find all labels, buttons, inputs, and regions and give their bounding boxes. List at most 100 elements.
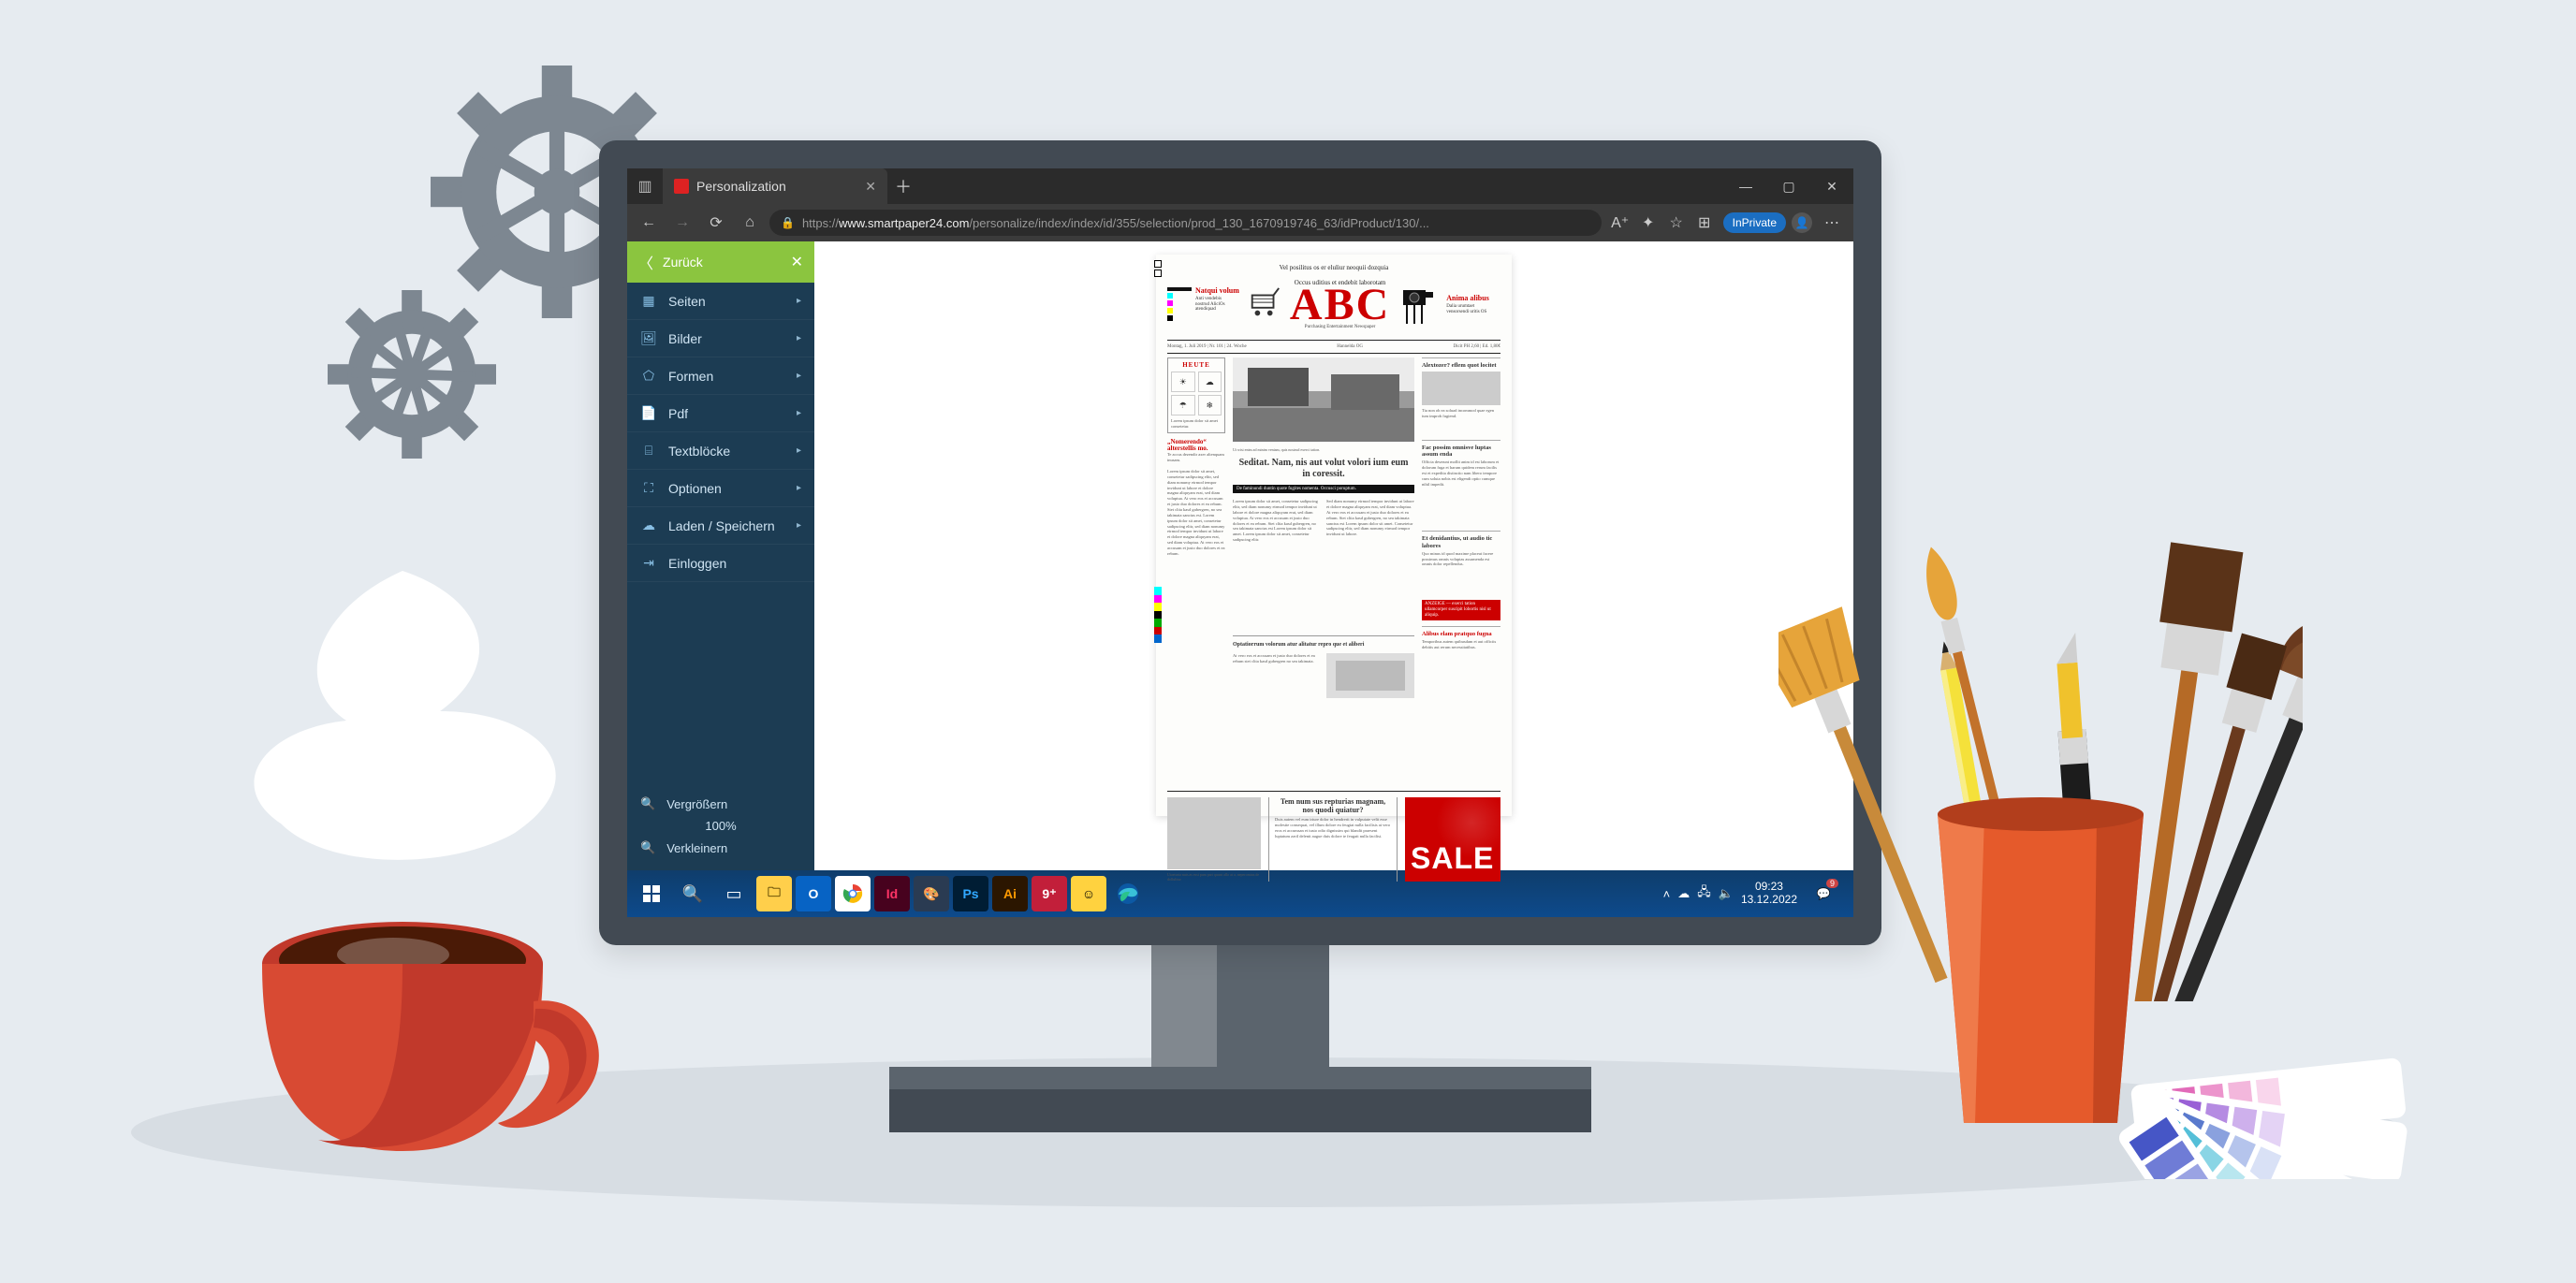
sidebar-item-optionen[interactable]: ⛶ Optionen ▸	[627, 470, 814, 507]
sidebar-item-einloggen[interactable]: ⇥ Einloggen	[627, 545, 814, 582]
sidebar-back-bar[interactable]: 〈 Zurück ✕	[627, 241, 814, 283]
monitor-stand-neck	[1151, 945, 1329, 1076]
np-sale-ad: SALE	[1405, 797, 1500, 882]
nav-refresh-button[interactable]: ⟳	[702, 209, 730, 237]
np-logo: ABC	[1290, 286, 1390, 325]
collections-icon[interactable]: ⊞	[1691, 209, 1718, 237]
task-view-button[interactable]: ▭	[715, 875, 753, 912]
gear-small-decor	[328, 290, 496, 459]
chevron-right-icon: ▸	[797, 371, 801, 381]
login-icon: ⇥	[640, 555, 657, 571]
sidebar-item-bilder[interactable]: 🖼 Bilder ▸	[627, 320, 814, 357]
sidebar-item-laden-speichern[interactable]: ☁ Laden / Speichern ▸	[627, 507, 814, 545]
window-minimize-button[interactable]: —	[1724, 168, 1767, 204]
zoom-in-button[interactable]: 🔍 Vergrößern	[640, 796, 801, 811]
zoom-out-button[interactable]: 🔍 Verkleinern	[640, 840, 801, 855]
nav-forward-button[interactable]: →	[668, 209, 696, 237]
camera-icon	[1398, 283, 1439, 326]
chevron-right-icon: ▸	[797, 483, 801, 493]
images-icon: 🖼	[640, 330, 657, 346]
taskbar-search-button[interactable]: 🔍	[674, 875, 711, 912]
np-kicker-right-sub: Dalia urumtaet vensorsendi uritis OS	[1446, 304, 1489, 314]
zoom-out-icon: 🔍	[640, 840, 655, 855]
taskbar-app-generic-3[interactable]: ☺	[1071, 876, 1106, 911]
np-col-left: HEUTE ☀☁ ☂❄ Lorem ipsum dolor sit amet c…	[1167, 357, 1225, 788]
monitor: ▥ Personalization ✕ ＋ — ▢ ✕ ← → ⟳ ⌂ 🔒 ht…	[599, 140, 1881, 945]
browser-address-bar: ← → ⟳ ⌂ 🔒 https://www.smartpaper24.com/p…	[627, 204, 1853, 241]
np-kicker-right: Anima alibus	[1446, 294, 1489, 302]
editor-sidebar: 〈 Zurück ✕ ▦ Seiten ▸ 🖼 Bilder ▸ ⬠ Forme…	[627, 241, 814, 870]
taskbar-app-explorer[interactable]: 🗀	[756, 876, 792, 911]
np-mid-bar: De faminundi duntin quote fugites noment…	[1233, 485, 1414, 493]
tray-cloud-icon[interactable]: ☁	[1677, 886, 1690, 901]
favorites-icon[interactable]: ☆	[1663, 209, 1690, 237]
tray-volume-icon[interactable]: 🔈	[1719, 886, 1734, 901]
nav-back-button[interactable]: ←	[635, 209, 663, 237]
taskbar-app-edge[interactable]	[1110, 876, 1146, 911]
window-controls: — ▢ ✕	[1724, 168, 1853, 204]
np-kicker-left-sub: Anti vendebis nostrud AliciOs atendiquad	[1195, 297, 1235, 313]
tab-favicon-icon	[674, 179, 689, 194]
pdf-icon: 📄	[640, 405, 657, 421]
browser-tab-active[interactable]: Personalization ✕	[663, 168, 887, 204]
np-left-red1: „Nomerendo“ alterstellis mo.	[1167, 439, 1225, 453]
np-hero-photo	[1233, 357, 1414, 442]
tray-chevron-icon[interactable]: ˄	[1663, 887, 1671, 901]
taskbar-app-illustrator[interactable]: Ai	[992, 876, 1028, 911]
zoom-level-label: 100%	[640, 819, 801, 833]
read-aloud-icon[interactable]: A⁺	[1607, 209, 1633, 237]
np-masthead: Natqui volum Anti vendebis nostrud Alici…	[1167, 271, 1500, 337]
inprivate-label: InPrivate	[1733, 216, 1777, 229]
taskbar-app-generic-1[interactable]: 🎨	[914, 876, 949, 911]
registration-marks	[1154, 260, 1162, 277]
sidebar-back-label: Zurück	[663, 255, 703, 270]
tab-title: Personalization	[696, 179, 786, 194]
sidebar-item-label: Optionen	[668, 481, 722, 496]
nav-home-button[interactable]: ⌂	[736, 209, 764, 237]
taskbar-app-outlook[interactable]: O	[796, 876, 831, 911]
browser-tabstrip: ▥ Personalization ✕ ＋ — ▢ ✕	[627, 168, 1853, 204]
sidebar-item-label: Pdf	[668, 406, 688, 421]
browser-more-button[interactable]: ⋯	[1818, 209, 1846, 237]
sidebar-item-label: Seiten	[668, 294, 706, 309]
np-mid-headline: Seditat. Nam, nis aut volut volori ium e…	[1233, 458, 1414, 479]
sidebar-item-formen[interactable]: ⬠ Formen ▸	[627, 357, 814, 395]
zoom-out-label: Verkleinern	[666, 841, 727, 855]
url-field[interactable]: 🔒 https://www.smartpaper24.com/personali…	[769, 210, 1602, 236]
np-col-mid: Ut wisi enim ad minim veniam, quis nostr…	[1233, 357, 1414, 788]
chevron-right-icon: ▸	[797, 333, 801, 343]
np-col-right: Alextozer? eflem quot locitet Tia non ob…	[1422, 357, 1500, 788]
steam-decor	[206, 552, 618, 950]
lock-icon: 🔒	[781, 216, 795, 229]
new-tab-button[interactable]: ＋	[887, 168, 919, 204]
sidebar-item-textbloecke[interactable]: ⌸ Textblöcke ▸	[627, 432, 814, 470]
window-close-button[interactable]: ✕	[1810, 168, 1853, 204]
newspaper-page[interactable]: Vel posilitus os er eluliur neoquii dozq…	[1156, 255, 1512, 816]
zoom-in-icon: 🔍	[640, 796, 655, 811]
browser-profile-button[interactable]: 👤	[1792, 212, 1812, 233]
sidebar-item-label: Bilder	[668, 331, 702, 346]
translate-icon[interactable]: ✦	[1635, 209, 1661, 237]
chevron-right-icon: ▸	[797, 296, 801, 306]
taskbar-app-generic-2[interactable]: 9⁺	[1032, 876, 1067, 911]
sidebar-close-icon[interactable]: ✕	[791, 253, 803, 271]
window-maximize-button[interactable]: ▢	[1767, 168, 1810, 204]
taskbar-app-chrome[interactable]	[835, 876, 871, 911]
inprivate-badge[interactable]: InPrivate	[1723, 212, 1786, 233]
tab-actions-icon[interactable]: ▥	[627, 168, 663, 204]
taskbar-app-indesign[interactable]: Id	[874, 876, 910, 911]
np-qr	[1167, 287, 1192, 321]
coffee-cup-decor	[253, 908, 608, 1193]
taskbar-app-photoshop[interactable]: Ps	[953, 876, 988, 911]
chevron-right-icon: ▸	[797, 408, 801, 418]
start-button[interactable]	[633, 875, 670, 912]
np-kicker-left: Natqui volum	[1195, 287, 1239, 295]
sidebar-item-pdf[interactable]: 📄 Pdf ▸	[627, 395, 814, 432]
zoom-in-label: Vergrößern	[666, 797, 727, 811]
np-preover: Vel posilitus os er eluliur neoquii dozq…	[1167, 264, 1500, 271]
sidebar-item-seiten[interactable]: ▦ Seiten ▸	[627, 283, 814, 320]
tray-network-icon[interactable]: 🖧	[1697, 883, 1711, 904]
editor-canvas[interactable]: Vel posilitus os er eluliur neoquii dozq…	[814, 241, 1853, 870]
tab-close-icon[interactable]: ✕	[865, 179, 876, 195]
sidebar-item-label: Einloggen	[668, 556, 726, 571]
